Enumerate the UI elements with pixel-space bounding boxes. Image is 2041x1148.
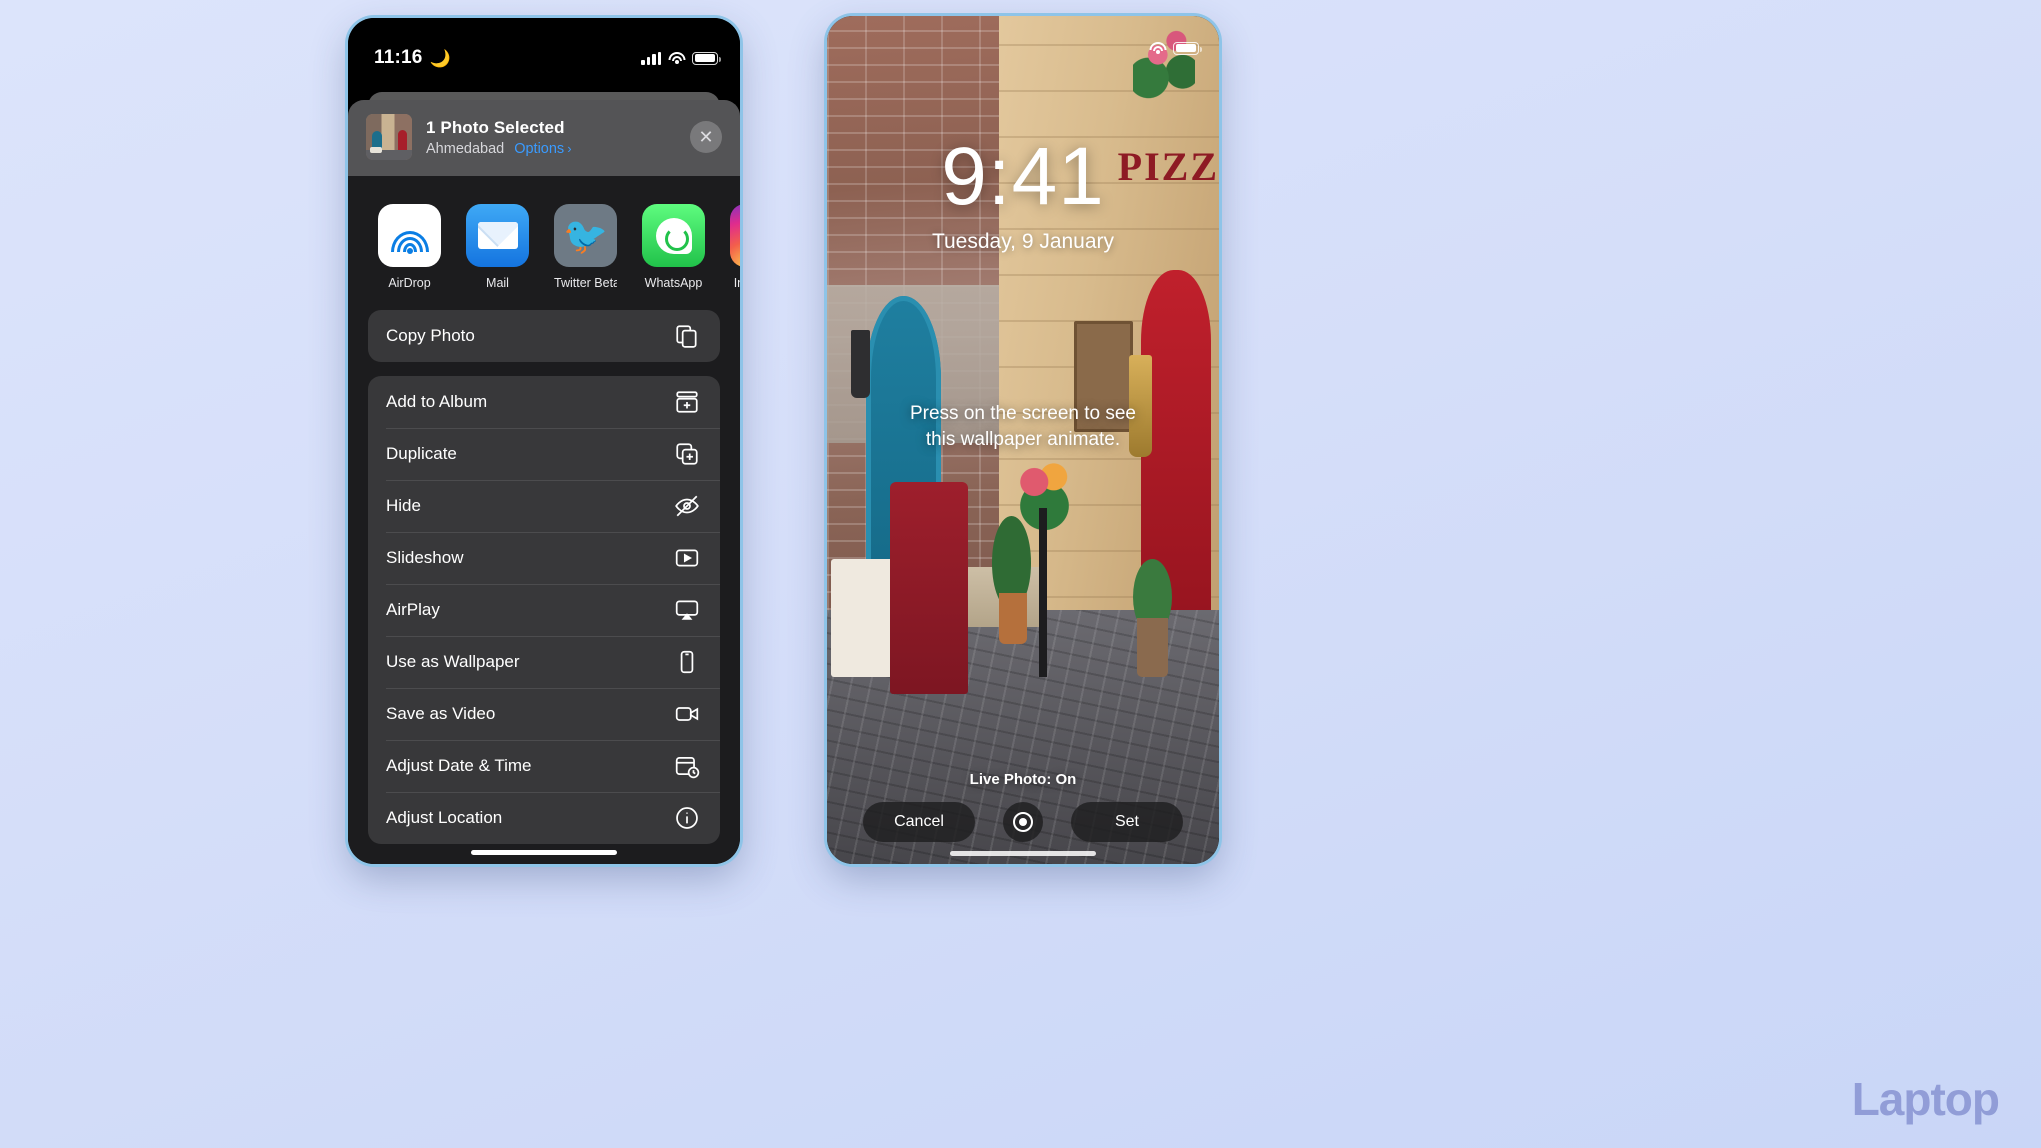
action-row-hide[interactable]: Hide [368, 480, 720, 532]
slideshow-play-icon [674, 545, 700, 571]
photo-location-label: Ahmedabad [426, 140, 505, 157]
share-app-whatsapp[interactable]: WhatsApp [642, 204, 705, 290]
action-row-save-as-video[interactable]: Save as Video [368, 688, 720, 740]
options-button[interactable]: Options › [514, 141, 571, 157]
action-row-airplay[interactable]: AirPlay [368, 584, 720, 636]
selected-photo-thumbnail[interactable] [366, 114, 412, 160]
battery-full-icon [1173, 41, 1202, 55]
calendar-clock-icon [674, 753, 700, 779]
action-row-copy-photo[interactable]: Copy Photo [368, 310, 720, 362]
wifi-icon [668, 51, 685, 65]
battery-full-icon [692, 51, 721, 65]
status-bar-indicators [641, 51, 721, 65]
airplay-icon [674, 597, 700, 623]
copy-icon [674, 323, 700, 349]
airdrop-icon [378, 204, 441, 267]
action-row-slideshow[interactable]: Slideshow [368, 532, 720, 584]
share-app-label: Twitter Beta [554, 276, 617, 290]
action-label: Copy Photo [386, 326, 475, 345]
wallpaper-action-bar: Cancel Set [827, 802, 1219, 842]
share-app-twitter[interactable]: 🐦 Twitter Beta [554, 204, 617, 290]
add-to-album-icon [674, 389, 700, 415]
status-bar: 11:16 🌙 [348, 18, 740, 80]
cancel-button[interactable]: Cancel [863, 802, 975, 842]
share-sheet-header: 1 Photo Selected Ahmedabad Options › ✕ [348, 100, 740, 176]
twitter-icon: 🐦 [554, 204, 617, 267]
share-sheet-header-texts: 1 Photo Selected Ahmedabad Options › [426, 118, 676, 157]
selection-title: 1 Photo Selected [426, 117, 565, 137]
crescent-moon-icon: 🌙 [429, 48, 451, 68]
action-label: Add to Album [386, 392, 488, 411]
laptop-watermark: Laptop [1851, 1073, 2000, 1125]
action-label: Duplicate [386, 444, 457, 463]
status-bar-time-group: 11:16 🌙 [374, 47, 451, 69]
lock-screen-date: Tuesday, 9 January [931, 230, 1115, 253]
share-app-label: WhatsApp [644, 276, 703, 290]
instagram-icon [730, 204, 740, 267]
right-phone-frame: PIZZ 9:41 Tuesday, 9 January Press on th… [827, 16, 1219, 864]
share-app-instagram[interactable]: Instagram [730, 204, 740, 290]
share-app-label: Instagram [733, 276, 740, 290]
status-bar-time: 11:16 [374, 47, 423, 68]
cellular-signal-icon [641, 51, 661, 65]
action-row-adjust-location[interactable]: Adjust Location [368, 792, 720, 844]
share-actions: Copy Photo Add to Album Duplicate Hide S… [348, 310, 740, 864]
action-group-copy: Copy Photo [368, 310, 720, 362]
close-icon: ✕ [698, 127, 714, 147]
action-row-use-as-wallpaper[interactable]: Use as Wallpaper [368, 636, 720, 688]
action-row-duplicate[interactable]: Duplicate [368, 428, 720, 480]
home-indicator[interactable] [471, 850, 617, 855]
options-label: Options [514, 140, 565, 157]
selection-subtitle-row: Ahmedabad Options › [426, 141, 676, 157]
lock-screen-clock: 9:41 [941, 131, 1105, 222]
action-label: AirPlay [386, 600, 440, 619]
action-label: Adjust Location [386, 808, 503, 827]
chevron-right-icon: › [567, 141, 572, 156]
hide-eye-icon [674, 493, 700, 519]
close-button[interactable]: ✕ [690, 121, 722, 153]
lock-screen-status-bar [827, 16, 1219, 62]
whatsapp-icon [642, 204, 705, 267]
action-label: Hide [386, 496, 421, 515]
wifi-icon [1149, 41, 1166, 55]
live-photo-status: Live Photo: On [969, 771, 1077, 788]
wallpaper-phone-icon [674, 649, 700, 675]
action-row-add-to-album[interactable]: Add to Album [368, 376, 720, 428]
share-app-airdrop[interactable]: AirDrop [378, 204, 441, 290]
left-phone-frame: 11:16 🌙 1 Photo Selected Ahmedabad Optio… [348, 18, 740, 864]
wallpaper-animate-hint: Press on the screen to see this wallpape… [863, 401, 1183, 452]
action-row-adjust-date-time[interactable]: Adjust Date & Time [368, 740, 720, 792]
lock-screen-preview[interactable]: PIZZ 9:41 Tuesday, 9 January Press on th… [827, 16, 1219, 864]
action-label: Save as Video [386, 704, 496, 723]
action-label: Slideshow [386, 548, 464, 567]
location-info-icon [674, 805, 700, 831]
share-app-label: Mail [486, 276, 509, 290]
set-button[interactable]: Set [1071, 802, 1183, 842]
video-camera-icon [674, 701, 700, 727]
share-app-row[interactable]: AirDrop Mail 🐦 Twitter Beta WhatsApp Ins… [348, 176, 740, 310]
duplicate-icon [674, 441, 700, 467]
hint-line-1: Press on the screen to see [909, 403, 1136, 424]
action-label: Adjust Date & Time [386, 756, 532, 775]
mail-icon [466, 204, 529, 267]
share-app-label: AirDrop [388, 276, 431, 290]
action-label: Use as Wallpaper [386, 652, 520, 671]
live-photo-toggle-icon[interactable] [1003, 802, 1043, 842]
share-app-mail[interactable]: Mail [466, 204, 529, 290]
share-sheet: 1 Photo Selected Ahmedabad Options › ✕ A… [348, 100, 740, 864]
hint-line-2: this wallpaper animate. [925, 428, 1121, 450]
action-group-main: Add to Album Duplicate Hide Slideshow Ai… [368, 376, 720, 844]
home-indicator[interactable] [950, 851, 1096, 856]
